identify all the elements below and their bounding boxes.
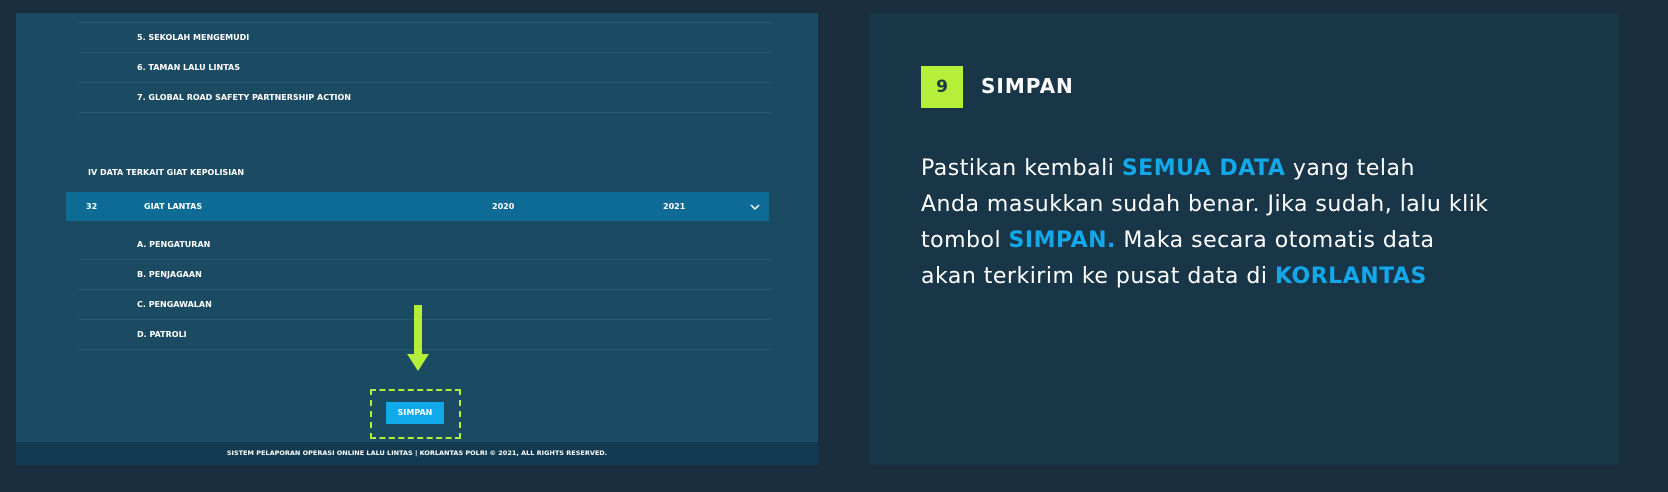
list-item-label: 6. TAMAN LALU LINTAS [137, 63, 240, 72]
list-item-label: A. PENGATURAN [137, 240, 211, 249]
table-header[interactable]: 32 GIAT LANTAS 2020 2021 [66, 192, 769, 221]
list-item: C. PENGAWALAN [79, 290, 772, 320]
header-year-2021: 2021 [663, 202, 686, 211]
chevron-down-icon[interactable] [749, 202, 761, 214]
desc-text: Anda masukkan sudah benar. Jika sudah, l… [921, 192, 1489, 217]
footer: SISTEM PELAPORAN OPERASI ONLINE LALU LIN… [16, 442, 818, 465]
list-item: D. PATROLI [79, 320, 772, 350]
list-item-label: 7. GLOBAL ROAD SAFETY PARTNERSHIP ACTION [137, 93, 351, 102]
list-item: B. PENJAGAAN [79, 260, 772, 290]
desc-text: Pastikan kembali [921, 156, 1122, 181]
desc-highlight: KORLANTAS [1274, 264, 1427, 289]
header-year-2020: 2020 [492, 202, 515, 211]
arrow-down-icon [414, 305, 422, 355]
step-title: SIMPAN [981, 74, 1074, 98]
header-label: GIAT LANTAS [144, 202, 203, 211]
description: Pastikan kembali SEMUA DATA yang telah A… [921, 151, 1601, 295]
desc-highlight: SEMUA DATA [1121, 156, 1286, 181]
step-badge: 9 [921, 66, 963, 108]
arrow-head [407, 354, 429, 371]
desc-text: tombol [921, 228, 1009, 253]
list-item-label: B. PENJAGAAN [137, 270, 202, 279]
desc-text: akan terkirim ke pusat data di [921, 264, 1275, 289]
list-item: 5. SEKOLAH MENGEMUDI [79, 23, 772, 53]
header-number: 32 [86, 202, 98, 211]
list-item: 7. GLOBAL ROAD SAFETY PARTNERSHIP ACTION [79, 83, 772, 113]
instruction-panel: 9 SIMPAN Pastikan kembali SEMUA DATA yan… [869, 13, 1619, 465]
desc-text: Maka secara otomatis data [1115, 228, 1435, 253]
list-item-label: D. PATROLI [137, 330, 187, 339]
desc-highlight: SIMPAN. [1008, 228, 1116, 253]
list-item: A. PENGATURAN [79, 230, 772, 260]
list-item: 6. TAMAN LALU LINTAS [79, 53, 772, 83]
screenshot-panel: 5. SEKOLAH MENGEMUDI 6. TAMAN LALU LINTA… [16, 13, 818, 465]
list-item-label: 5. SEKOLAH MENGEMUDI [137, 33, 250, 42]
desc-text: yang telah [1285, 156, 1415, 181]
list-item-label: C. PENGAWALAN [137, 300, 212, 309]
section-title: IV DATA TERKAIT GIAT KEPOLISIAN [88, 168, 245, 177]
simpan-button[interactable]: SIMPAN [386, 402, 444, 424]
